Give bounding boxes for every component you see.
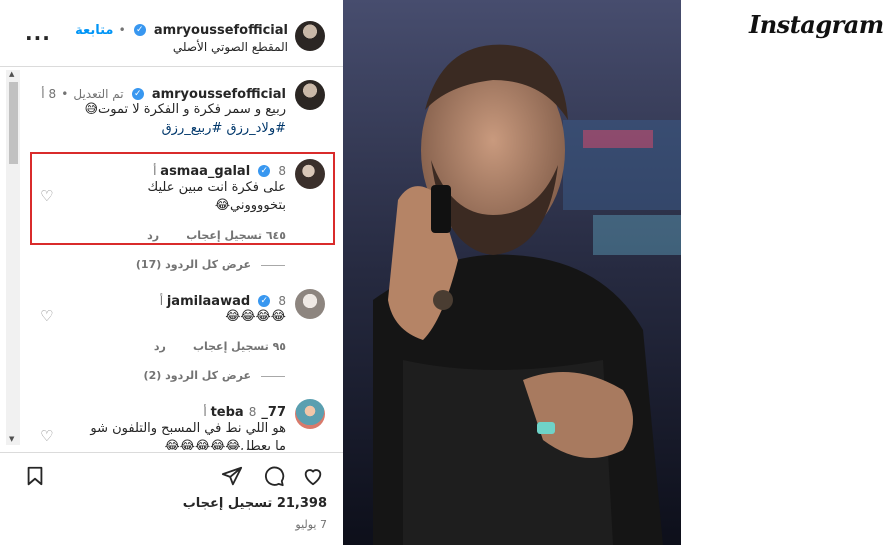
post-author-line: amryoussefofficial ✓ • متابعة xyxy=(75,19,288,38)
heart-icon[interactable] xyxy=(302,465,324,487)
reply-button[interactable]: رد xyxy=(154,340,166,353)
comment-likes[interactable]: ٩٥ تسجيل إعجاب xyxy=(193,340,286,353)
comment-username[interactable]: jamilaawad xyxy=(167,294,250,309)
comment-likes[interactable]: ٦٤٥ تسجيل إعجاب xyxy=(186,229,286,242)
comment-like-icon[interactable]: ♡ xyxy=(40,189,54,204)
comment-text: بتخووووني😂 xyxy=(214,198,286,213)
edited-label: تم التعديل xyxy=(73,87,124,101)
verified-badge-icon: ✓ xyxy=(258,294,271,307)
comment-text: هو اللي نط في المسبح والتلفون شو xyxy=(90,421,286,436)
video-player[interactable] xyxy=(343,0,681,545)
comment-username[interactable]: asmaa_galal xyxy=(160,164,250,179)
avatar[interactable] xyxy=(295,21,325,51)
comments-scrollbar[interactable]: ▲ ▼ xyxy=(6,70,20,445)
post-header: ··· amryoussefofficial ✓ • متابعة المقطع… xyxy=(0,0,343,67)
separator: • xyxy=(61,87,69,101)
view-replies-label[interactable]: عرض كل الردود (17) xyxy=(136,258,251,271)
caption-header: amryoussefofficial ✓ تم التعديل • 8 أ xyxy=(41,83,286,102)
view-replies[interactable]: عرض كل الردود (17) xyxy=(136,258,285,271)
post-date[interactable]: 7 يوليو xyxy=(0,518,327,531)
post-footer: 21,398 تسجيل إعجاب 7 يوليو xyxy=(0,452,343,554)
separator: • xyxy=(118,23,126,37)
caption-username[interactable]: amryoussefofficial xyxy=(152,87,286,102)
comment-header: 77_teba 8 أ xyxy=(203,401,286,420)
view-replies-label[interactable]: عرض كل الردود (2) xyxy=(144,369,251,382)
view-replies[interactable]: عرض كل الردود (2) xyxy=(144,369,285,382)
caption-text: ربيع و سمر فكرة و الفكرة لا تموت😅 xyxy=(84,102,286,117)
bookmark-icon[interactable] xyxy=(24,465,46,487)
instagram-logo: Instagram xyxy=(749,10,884,39)
more-options-icon[interactable]: ··· xyxy=(25,26,51,50)
comment-meta: ٦٤٥ تسجيل إعجاب رد xyxy=(147,224,286,243)
video-frame-image xyxy=(343,0,681,545)
comment-like-icon[interactable]: ♡ xyxy=(40,429,54,444)
scroll-thumb[interactable] xyxy=(9,82,18,164)
scroll-up-icon[interactable]: ▲ xyxy=(9,70,14,78)
comment-text: على فكرة انت مبين عليك xyxy=(147,180,286,195)
comment-text: ما بعطل😂😂😂😂😂 xyxy=(164,439,286,450)
comment-icon[interactable] xyxy=(263,465,285,487)
comment-header: jamilaawad ✓ 8 أ xyxy=(160,290,286,309)
send-icon[interactable] xyxy=(221,465,243,487)
comment-text: 😂😂😂😂 xyxy=(225,309,286,324)
scroll-down-icon[interactable]: ▼ xyxy=(9,435,14,443)
divider xyxy=(261,264,285,266)
verified-badge-icon: ✓ xyxy=(258,164,271,177)
post-panel: ··· amryoussefofficial ✓ • متابعة المقطع… xyxy=(0,0,343,553)
avatar[interactable] xyxy=(295,399,325,429)
caption-time[interactable]: 8 أ xyxy=(41,87,56,101)
post-likes-count[interactable]: 21,398 تسجيل إعجاب xyxy=(0,496,327,511)
verified-badge-icon: ✓ xyxy=(133,23,146,36)
comment-text-clip: ما بعطل😂😂😂😂😂 xyxy=(22,438,286,450)
comment-meta: ٩٥ تسجيل إعجاب رد xyxy=(154,335,286,354)
caption-hashtags[interactable]: #ولاد_رزق #ربيع_رزق xyxy=(162,120,286,137)
avatar[interactable] xyxy=(295,289,325,319)
comment-like-icon[interactable]: ♡ xyxy=(40,309,54,324)
audio-label[interactable]: المقطع الصوتي الأصلي xyxy=(173,40,288,54)
verified-badge-icon: ✓ xyxy=(131,87,144,100)
post-author-username[interactable]: amryoussefofficial xyxy=(154,23,288,38)
reply-button[interactable]: رد xyxy=(147,229,159,242)
avatar[interactable] xyxy=(295,80,325,110)
comment-header: asmaa_galal ✓ 8 أ xyxy=(153,160,286,179)
avatar[interactable] xyxy=(295,159,325,189)
divider xyxy=(261,375,285,377)
follow-button[interactable]: متابعة xyxy=(75,23,113,38)
